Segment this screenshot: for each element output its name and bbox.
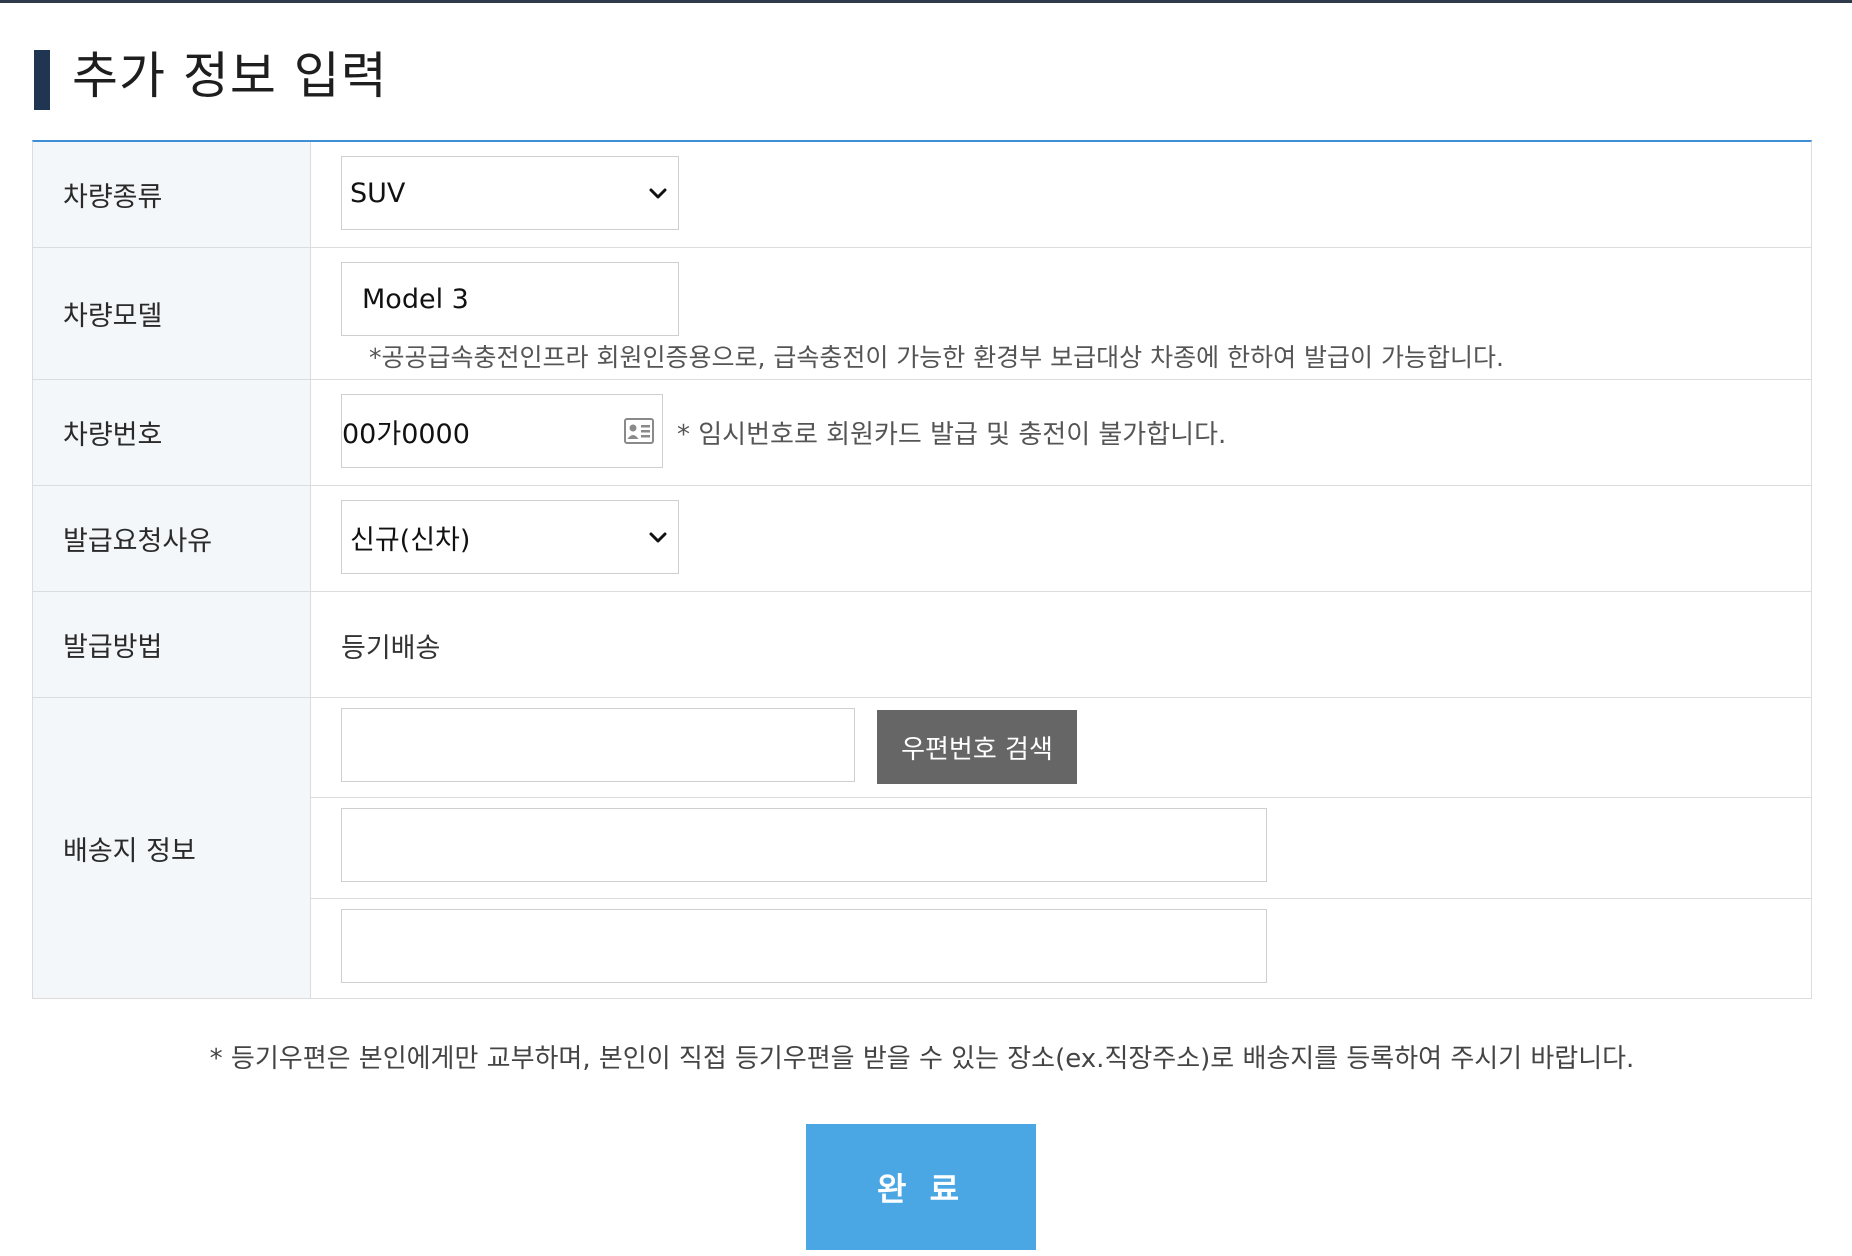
address-line2-input[interactable] [341,908,1267,983]
vehicle-number-cell: 00가0000 * 임시번호로 회원카드 발급 및 충전이 불가합니다. [311,380,1811,485]
vehicle-type-label: 차량종류 [33,142,311,247]
delivery-notice: * 등기우편은 본인에게만 교부하며, 본인이 직접 등기우편을 받을 수 있는… [209,1044,1635,1074]
vehicle-model-cell: Model 3 *공공급속충전인프라 회원인증용으로, 급속충전이 가능한 환경… [311,248,1811,379]
row-issue-reason: 발급요청사유 신규(신차) [33,486,1811,592]
vehicle-number-note: * 임시번호로 회원카드 발급 및 충전이 불가합니다. [677,420,1227,450]
row-vehicle-type: 차량종류 SUV [33,142,1811,248]
issue-reason-select[interactable]: 신규(신차) [341,500,679,574]
delivery-cell: 우편번호 검색 [311,698,1811,998]
info-form-table: 차량종류 SUV 차량모델 Model 3 *공공급속충전인프라 회원인증용으로… [32,140,1812,999]
vehicle-model-value: Model 3 [362,283,469,315]
vehicle-number-input[interactable]: 00가0000 [341,394,663,468]
address2-row [311,899,1811,998]
delivery-label: 배송지 정보 [33,698,311,998]
issue-reason-selected: 신규(신차) [350,524,471,556]
issue-reason-label: 발급요청사유 [33,486,311,591]
chevron-down-icon [649,532,667,543]
row-vehicle-number: 차량번호 00가0000 * 임시번호로 회원카드 발급 및 충전이 불가합니다… [33,380,1811,486]
zip-search-button[interactable]: 우편번호 검색 [877,710,1077,784]
row-vehicle-model: 차량모델 Model 3 *공공급속충전인프라 회원인증용으로, 급속충전이 가… [33,248,1811,380]
complete-button[interactable]: 완 료 [806,1124,1036,1250]
vehicle-type-selected: SUV [350,177,406,209]
vehicle-model-input[interactable]: Model 3 [341,262,679,336]
page-title: 추가 정보 입력 [72,47,388,105]
issue-reason-cell: 신규(신차) [311,486,1811,591]
vehicle-type-cell: SUV [311,142,1811,247]
chevron-down-icon [649,188,667,199]
issue-method-cell: 등기배송 [311,592,1811,697]
vehicle-number-label: 차량번호 [33,380,311,485]
id-card-icon[interactable] [624,417,654,445]
issue-method-label: 발급방법 [33,592,311,697]
title-section: 추가 정보 입력 [32,0,1812,140]
page: 추가 정보 입력 차량종류 SUV 차량모델 Model 3 *공공급속충전인프… [32,0,1812,1250]
vehicle-model-label: 차량모델 [33,248,311,379]
address1-row [311,798,1811,899]
vehicle-type-select[interactable]: SUV [341,156,679,230]
vehicle-model-note: *공공급속충전인프라 회원인증용으로, 급속충전이 가능한 환경부 보급대상 차… [369,343,1504,372]
zip-code-input[interactable] [341,708,855,782]
title-accent-bar [34,50,50,110]
row-issue-method: 발급방법 등기배송 [33,592,1811,698]
address-line1-input[interactable] [341,808,1267,883]
row-delivery-address: 배송지 정보 우편번호 검색 [33,698,1811,998]
issue-method-value: 등기배송 [341,633,441,664]
zip-row: 우편번호 검색 [311,698,1811,799]
vehicle-number-value: 00가0000 [342,418,470,450]
